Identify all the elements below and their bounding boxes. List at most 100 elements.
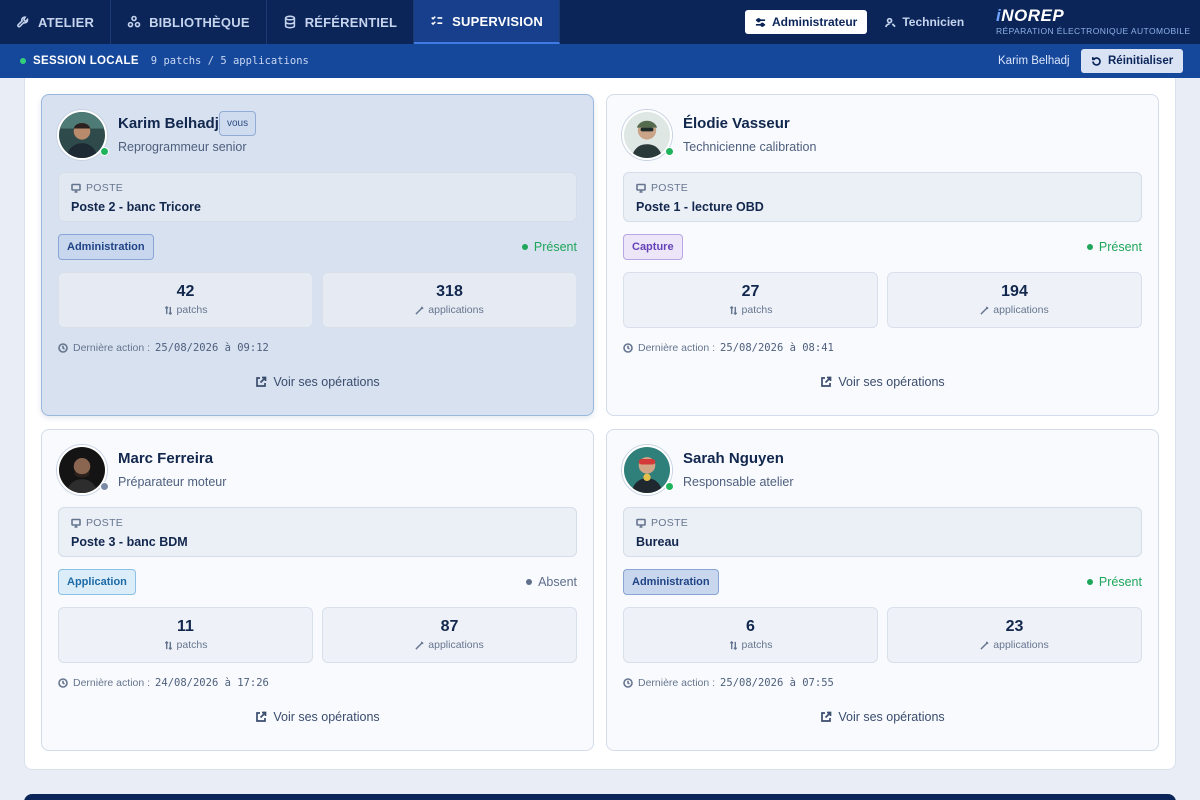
view-operations-link[interactable]: Voir ses opérations <box>607 710 1158 724</box>
session-bar: SESSION LOCALE 9 patchs / 5 applications… <box>0 44 1200 78</box>
user-role: Responsable atelier <box>683 475 794 489</box>
presence-status: Présent <box>1086 575 1142 589</box>
top-navigation: ATELIER BIBLIOTHÈQUE RÉFÉRENTIEL SUPERVI… <box>0 0 1200 44</box>
user-card: Sarah Nguyen Responsable atelier POSTE B… <box>606 429 1159 751</box>
patch-count: 6 patchs <box>623 607 878 663</box>
last-action-time: 25/08/2026 à 09:12 <box>155 342 269 354</box>
presence-dot <box>521 244 528 250</box>
view-operations-link[interactable]: Voir ses opérations <box>42 710 593 724</box>
brand-subtitle: RÉPARATION ÉLECTRONIQUE AUTOMOBILE <box>996 26 1191 36</box>
role-administrateur-button[interactable]: Administrateur <box>745 10 868 34</box>
syringe-icon <box>980 305 989 315</box>
application-count-label: applications <box>888 639 1141 651</box>
user-role: Reprogrammeur senior <box>118 140 247 154</box>
patch-count: 11 patchs <box>58 607 313 663</box>
clock-icon <box>58 678 68 688</box>
user-name: Sarah Nguyen <box>683 450 784 467</box>
external-link-icon <box>821 711 832 722</box>
git-compare-icon <box>729 640 737 650</box>
syringe-icon <box>980 640 989 650</box>
git-compare-icon <box>729 305 737 315</box>
patch-count-label: patchs <box>624 304 877 316</box>
external-link-icon <box>821 376 832 387</box>
monitor-icon <box>636 518 646 528</box>
tab-label: ATELIER <box>38 14 95 30</box>
tab-label: BIBLIOTHÈQUE <box>149 14 250 30</box>
permission-badge: Administration <box>623 569 719 595</box>
workstation-label: POSTE <box>636 517 688 529</box>
git-compare-icon <box>164 640 172 650</box>
patch-count-value: 27 <box>741 283 760 300</box>
workstation-label: POSTE <box>71 182 123 194</box>
application-count-value: 194 <box>1001 283 1028 300</box>
last-action-time: 25/08/2026 à 08:41 <box>720 342 834 354</box>
monitor-icon <box>636 183 646 193</box>
patch-count-label: patchs <box>59 304 312 316</box>
online-status-dot <box>665 482 674 491</box>
user-card: Élodie Vasseur Technicienne calibration … <box>606 94 1159 416</box>
patch-count: 27 patchs <box>623 272 878 328</box>
view-operations-link[interactable]: Voir ses opérations <box>607 375 1158 389</box>
reset-icon <box>1092 56 1101 66</box>
workstation-value: Poste 3 - banc BDM <box>71 535 188 549</box>
reset-label: Réinitialiser <box>1108 55 1174 67</box>
reset-button[interactable]: Réinitialiser <box>1081 49 1184 73</box>
permission-badge: Capture <box>623 234 683 260</box>
tab-atelier[interactable]: ATELIER <box>0 0 112 44</box>
you-badge: vous <box>219 111 257 136</box>
workstation-value: Poste 1 - lecture OBD <box>636 200 764 214</box>
user-wrench-icon <box>885 17 897 27</box>
patch-count-value: 6 <box>746 618 755 635</box>
molecule-icon <box>127 15 141 28</box>
brand-name: iNOREP <box>996 6 1065 25</box>
last-action: Dernière action :25/08/2026 à 07:55 <box>623 677 834 689</box>
role-switcher: Administrateur Technicien <box>745 10 974 34</box>
git-compare-icon <box>164 305 172 315</box>
workstation-box: POSTE Poste 2 - banc Tricore <box>58 172 577 222</box>
presence-dot <box>1086 579 1093 585</box>
clock-icon <box>623 678 633 688</box>
application-count-label: applications <box>888 304 1141 316</box>
role-label: Technicien <box>902 15 965 29</box>
session-status-dot <box>20 58 26 64</box>
wrench-icon <box>17 16 29 28</box>
application-count-label: applications <box>323 639 576 651</box>
online-status-dot <box>665 147 674 156</box>
session-user: Karim Belhadj <box>998 55 1070 67</box>
workstation-value: Bureau <box>636 535 680 549</box>
tab-bibliotheque[interactable]: BIBLIOTHÈQUE <box>111 0 267 44</box>
workstation-value: Poste 2 - banc Tricore <box>71 200 201 214</box>
patch-count-value: 42 <box>176 283 195 300</box>
syringe-icon <box>415 640 424 650</box>
bottom-panel-edge <box>24 794 1176 800</box>
presence-status: Présent <box>521 240 577 254</box>
patch-count: 42 patchs <box>58 272 313 328</box>
tab-supervision[interactable]: SUPERVISION <box>414 0 560 44</box>
tab-label: SUPERVISION <box>452 13 543 29</box>
user-card: Karim Belhadj vous Reprogrammeur senior … <box>41 94 594 416</box>
application-count-value: 23 <box>1005 618 1024 635</box>
clock-icon <box>623 343 633 353</box>
session-label: SESSION LOCALE <box>33 55 139 67</box>
patch-count-label: patchs <box>59 639 312 651</box>
session-stats: 9 patchs / 5 applications <box>150 55 309 67</box>
application-count-value: 318 <box>436 283 463 300</box>
tab-referentiel[interactable]: RÉFÉRENTIEL <box>267 0 415 44</box>
user-role: Préparateur moteur <box>118 475 227 489</box>
last-action: Dernière action :25/08/2026 à 09:12 <box>58 342 269 354</box>
user-name: Karim Belhadj <box>118 115 219 132</box>
workstation-box: POSTE Poste 3 - banc BDM <box>58 507 577 557</box>
external-link-icon <box>256 376 267 387</box>
permission-badge: Administration <box>58 234 154 260</box>
checklist-icon <box>431 16 443 26</box>
last-action: Dernière action :25/08/2026 à 08:41 <box>623 342 834 354</box>
presence-status: Absent <box>526 575 577 589</box>
application-count-value: 87 <box>440 618 459 635</box>
view-operations-link[interactable]: Voir ses opérations <box>42 375 593 389</box>
workstation-box: POSTE Poste 1 - lecture OBD <box>623 172 1142 222</box>
role-technicien-button[interactable]: Technicien <box>875 10 974 34</box>
presence-dot <box>1086 244 1093 250</box>
workstation-label: POSTE <box>71 517 123 529</box>
monitor-icon <box>71 518 81 528</box>
user-card: Marc Ferreira Préparateur moteur POSTE P… <box>41 429 594 751</box>
